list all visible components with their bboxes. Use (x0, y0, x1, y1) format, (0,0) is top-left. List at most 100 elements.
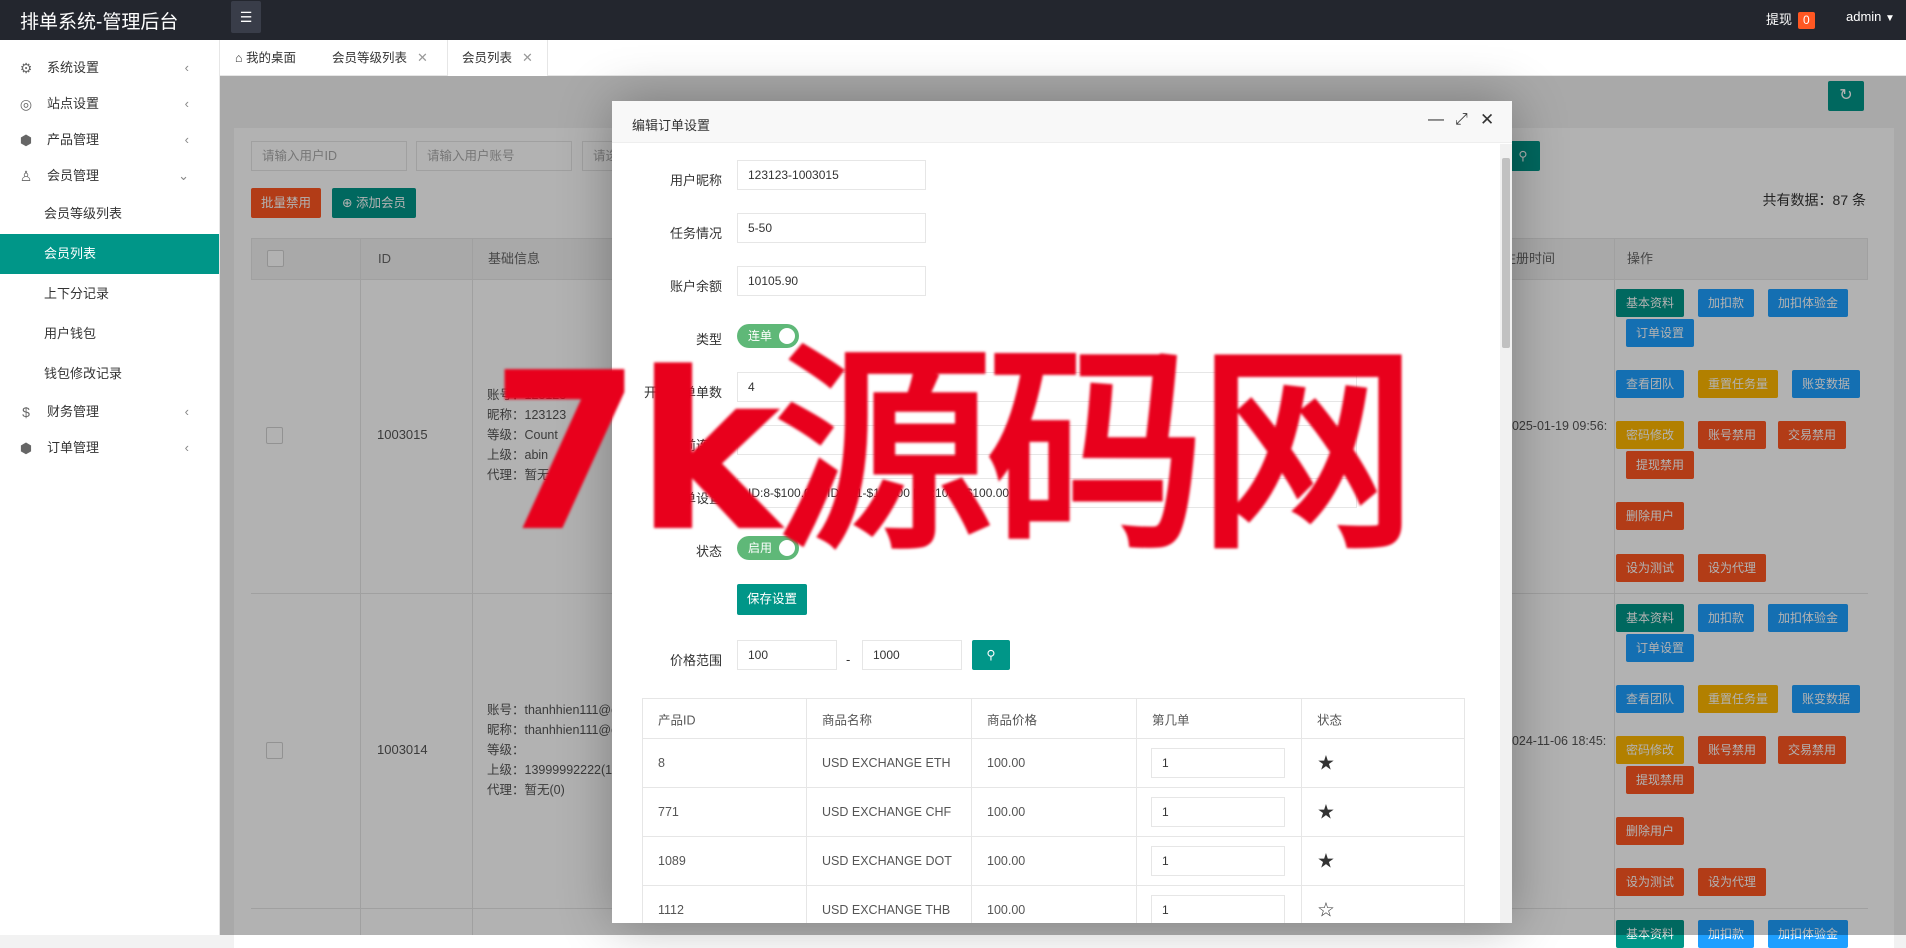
scrollbar-thumb[interactable] (1502, 158, 1510, 348)
tab-member-list[interactable]: 会员列表 ✕ (447, 40, 548, 77)
product-row: 1089 USD EXCHANGE DOT 100.00 1 ★ (643, 837, 1464, 886)
product-price: 100.00 (987, 854, 1026, 868)
brand-title: 排单系统-管理后台 (20, 12, 179, 33)
admin-name: admin (1846, 9, 1882, 24)
user-icon: ♙ (19, 168, 33, 184)
product-table-header: 产品ID 商品名称 商品价格 第几单 状态 (643, 699, 1464, 739)
product-name: USD EXCHANGE THB (822, 903, 951, 917)
product-name-cell: USD EXCHANGE ETH (807, 739, 972, 787)
chevron-left-icon: ‹ (184, 96, 189, 111)
close-icon[interactable]: ✕ (1480, 110, 1494, 130)
sidebar-item-members[interactable]: ♙ 会员管理 ⌄ (0, 158, 219, 194)
product-id: 771 (658, 805, 679, 819)
product-row: 1112 USD EXCHANGE THB 100.00 1 ☆ (643, 886, 1464, 923)
product-id: 1112 (658, 903, 684, 917)
task-label: 任务情况 (669, 226, 722, 241)
col-product-price: 商品价格 (972, 699, 1137, 738)
chevron-left-icon: ‹ (184, 132, 189, 147)
product-table: 产品ID 商品名称 商品价格 第几单 状态 8 USD EXCHANGE ETH… (642, 698, 1465, 923)
nickname-field[interactable]: 123123-1003015 (737, 160, 926, 190)
order-number-cell: 1 (1137, 886, 1302, 923)
header-label: 商品名称 (822, 713, 873, 727)
chevron-left-icon: ‹ (184, 404, 189, 419)
sidebar-item-label: 会员管理 (47, 168, 100, 183)
product-price: 100.00 (987, 903, 1026, 917)
tab-desktop[interactable]: ⌂ 我的桌面 (235, 40, 296, 76)
sidebar-item-site[interactable]: ◎ 站点设置 ‹ (0, 86, 219, 122)
watermark-text: 7k源码网 (490, 327, 1417, 580)
product-row: 771 USD EXCHANGE CHF 100.00 1 ★ (643, 788, 1464, 837)
product-id-cell: 1112 (643, 886, 807, 923)
order-number-input[interactable]: 1 (1151, 895, 1285, 923)
product-id-cell: 771 (643, 788, 807, 836)
product-price-cell: 100.00 (972, 788, 1137, 836)
col-product-id: 产品ID (643, 699, 807, 738)
withdraw-label: 提现 (1766, 12, 1793, 27)
status-cell: ★ (1302, 788, 1466, 836)
close-icon[interactable]: ✕ (522, 50, 533, 65)
header-label: 状态 (1317, 713, 1343, 727)
tab-label: 会员等级列表 (332, 51, 408, 65)
dialog-title: 编辑订单设置 (632, 118, 711, 133)
header-label: 产品ID (658, 713, 696, 727)
menu-toggle-icon[interactable]: ☰ (231, 1, 261, 33)
sidebar-sub-member-list[interactable]: 会员列表 (0, 234, 219, 274)
col-order-number: 第几单 (1137, 699, 1302, 738)
order-number-input[interactable]: 1 (1151, 846, 1285, 876)
order-number-input[interactable]: 1 (1151, 797, 1285, 827)
sidebar-item-products[interactable]: ⬢ 产品管理 ‹ (0, 122, 219, 158)
product-id-cell: 1089 (643, 837, 807, 885)
home-icon: ⌂ (235, 51, 243, 65)
balance-label: 账户余额 (669, 279, 722, 294)
sidebar: ⚙ 系统设置 ‹ ◎ 站点设置 ‹ ⬢ 产品管理 ‹ ♙ 会员管理 ⌄ 会员等级列表 会员列表 … (0, 40, 220, 935)
product-name: USD EXCHANGE DOT (822, 854, 952, 868)
tab-member-levels[interactable]: 会员等级列表 ✕ (332, 40, 428, 76)
product-id-cell: 8 (643, 739, 807, 787)
star-filled-icon[interactable]: ★ (1317, 849, 1335, 874)
price-search-button[interactable]: ⚲ (972, 640, 1010, 670)
box-icon: ⬢ (19, 440, 33, 456)
sidebar-sub-wallet-changes[interactable]: 钱包修改记录 (0, 354, 219, 394)
close-icon[interactable]: ✕ (417, 50, 428, 65)
sidebar-item-label: 财务管理 (47, 404, 100, 419)
col-status: 状态 (1302, 699, 1466, 738)
price-separator: - (846, 652, 851, 667)
sidebar-sub-member-levels[interactable]: 会员等级列表 (0, 194, 219, 234)
product-price-cell: 100.00 (972, 739, 1137, 787)
chevron-left-icon: ‹ (184, 440, 189, 455)
status-cell: ★ (1302, 739, 1466, 787)
sidebar-item-orders[interactable]: ⬢ 订单管理 ‹ (0, 430, 219, 466)
tab-label: 我的桌面 (246, 51, 297, 65)
withdraw-link[interactable]: 提现 0 (1766, 9, 1815, 29)
minimize-icon[interactable]: — (1428, 111, 1444, 129)
box-icon: ⬢ (19, 132, 33, 148)
product-name: USD EXCHANGE CHF (822, 805, 952, 819)
admin-menu[interactable]: admin ▼ (1846, 9, 1895, 24)
status-cell: ☆ (1302, 886, 1466, 923)
sidebar-item-label: 订单管理 (47, 440, 100, 455)
maximize-icon[interactable]: ⤢ (1455, 111, 1468, 129)
header-label: 商品价格 (987, 713, 1038, 727)
price-min-field[interactable]: 100 (737, 640, 837, 670)
product-price: 100.00 (987, 756, 1026, 770)
sidebar-item-label: 系统设置 (47, 60, 100, 75)
sidebar-sub-wallets[interactable]: 用户钱包 (0, 314, 219, 354)
tab-bar: ⌂ 我的桌面 会员等级列表 ✕ 会员列表 ✕ (220, 40, 1906, 77)
sidebar-item-finance[interactable]: $ 财务管理 ‹ (0, 394, 219, 430)
sidebar-item-system[interactable]: ⚙ 系统设置 ‹ (0, 50, 219, 86)
star-filled-icon[interactable]: ★ (1317, 800, 1335, 825)
product-price-cell: 100.00 (972, 886, 1137, 923)
sidebar-sub-score-records[interactable]: 上下分记录 (0, 274, 219, 314)
price-max-field[interactable]: 1000 (862, 640, 962, 670)
dialog-scrollbar[interactable] (1500, 144, 1512, 923)
product-row: 8 USD EXCHANGE ETH 100.00 1 ★ (643, 739, 1464, 788)
star-filled-icon[interactable]: ★ (1317, 751, 1335, 776)
balance-field[interactable]: 10105.90 (737, 266, 926, 296)
price-range-label: 价格范围 (669, 653, 722, 668)
save-settings-button[interactable]: 保存设置 (737, 584, 808, 615)
task-field[interactable]: 5-50 (737, 213, 926, 243)
caret-down-icon: ▼ (1885, 13, 1895, 24)
star-empty-icon[interactable]: ☆ (1317, 898, 1335, 923)
header-label: 第几单 (1152, 713, 1190, 727)
order-number-input[interactable]: 1 (1151, 748, 1285, 778)
